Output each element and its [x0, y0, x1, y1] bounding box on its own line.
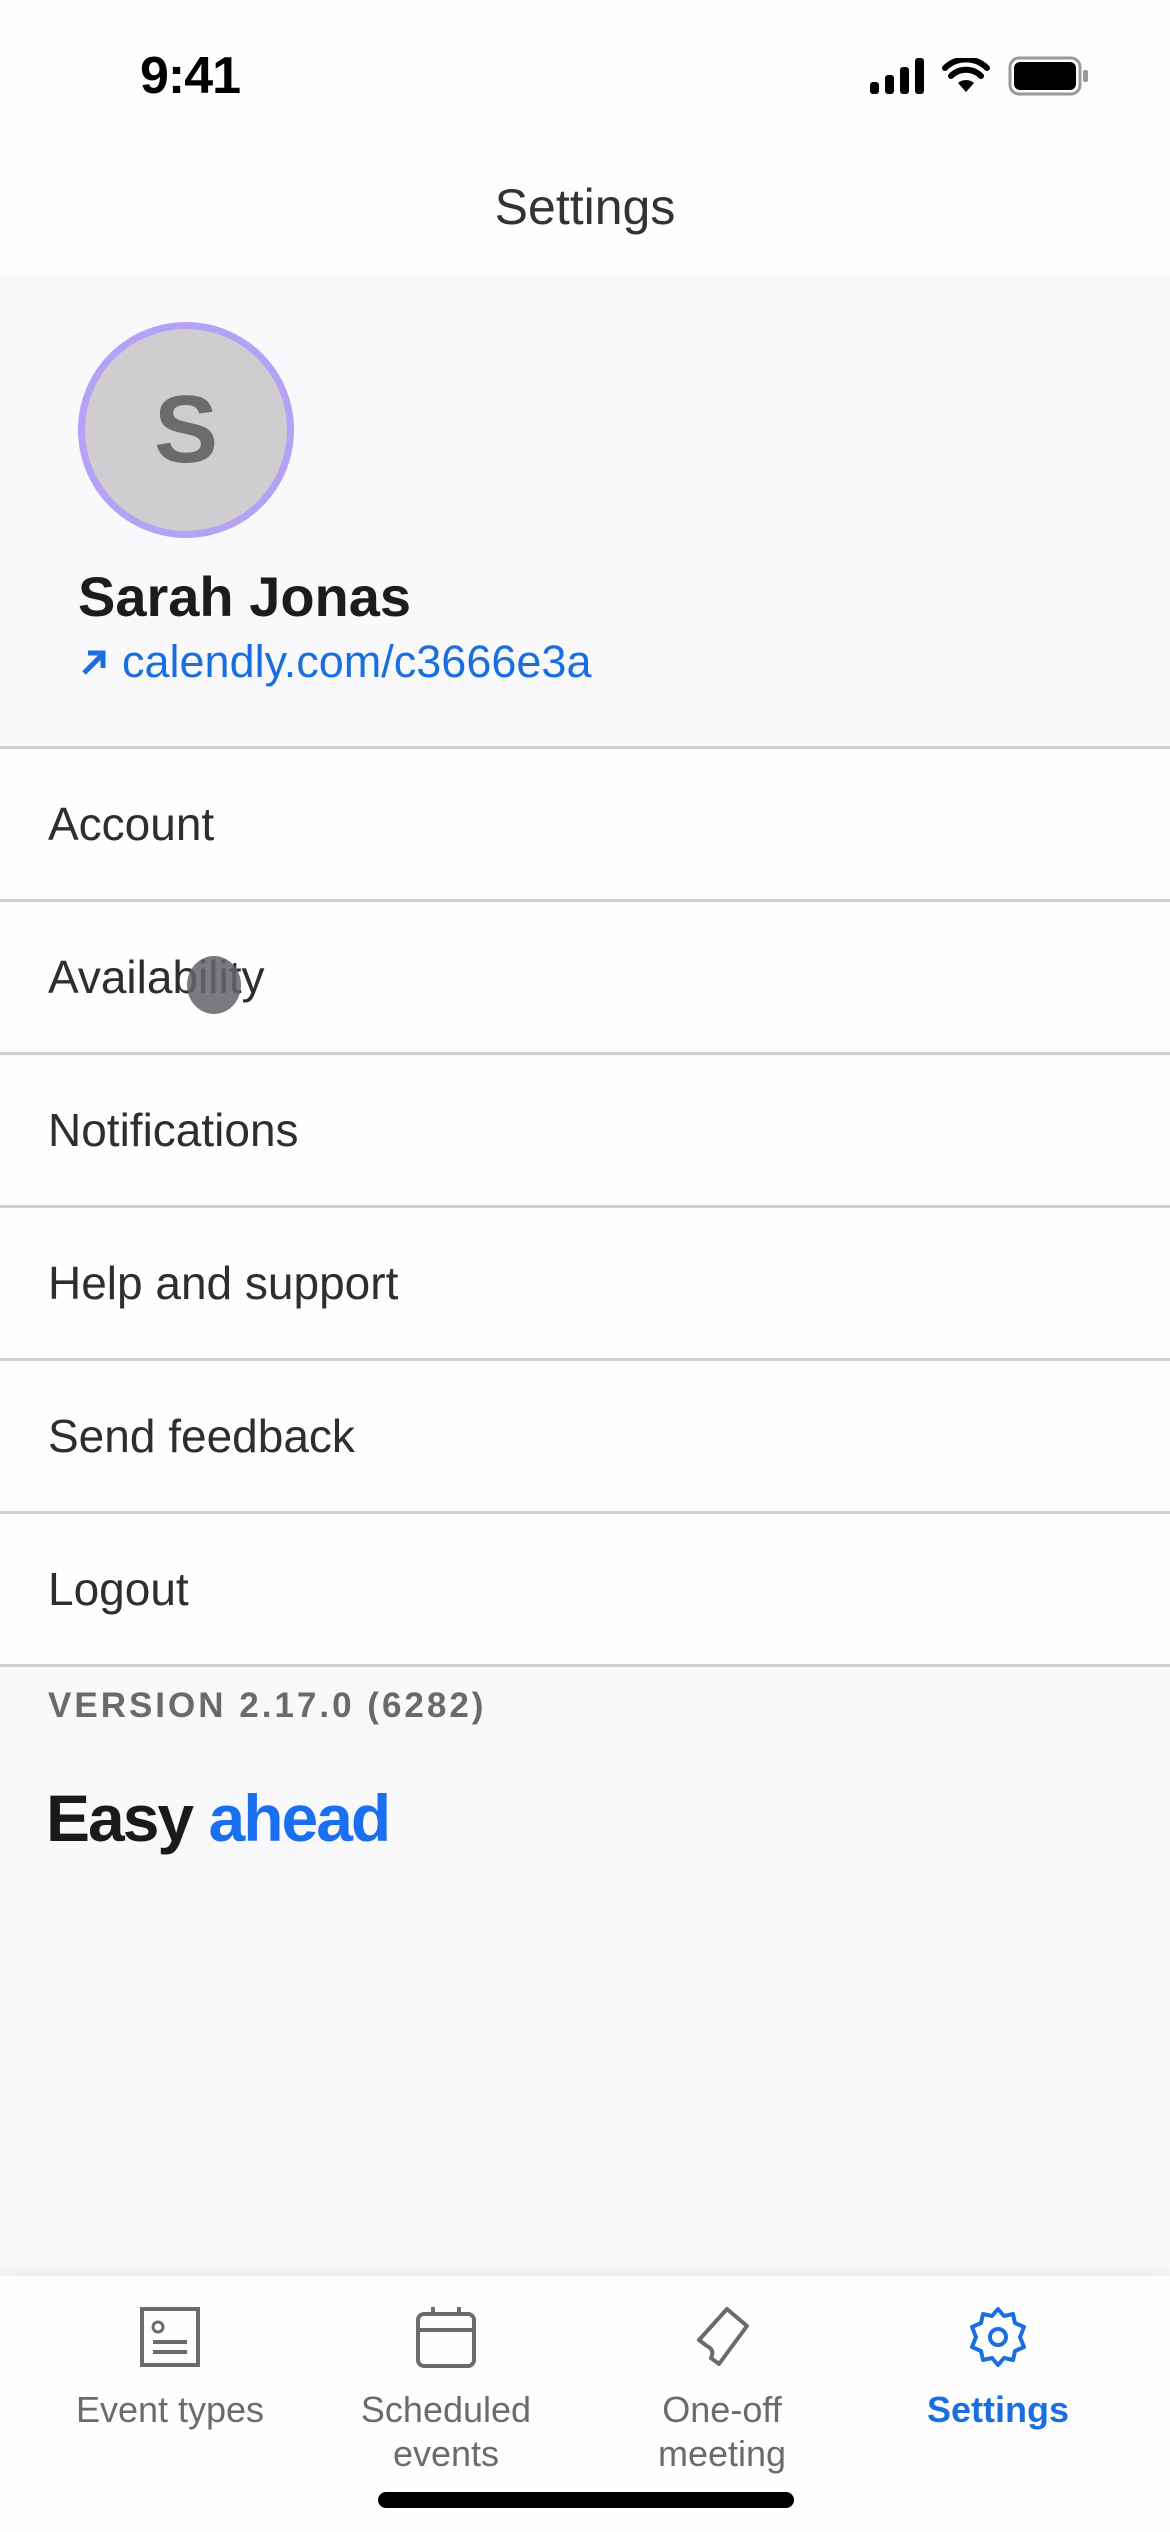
- tab-label-line: One-off: [662, 2389, 782, 2430]
- menu-item-send-feedback[interactable]: Send feedback: [0, 1361, 1170, 1514]
- ticket-icon: [687, 2302, 757, 2372]
- profile-section: S Sarah Jonas calendly.com/c3666e3a: [0, 276, 1170, 746]
- status-bar: 9:41: [0, 0, 1170, 140]
- version-label: VERSION 2.17.0 (6282): [48, 1686, 487, 1725]
- tab-label: Settings: [926, 2389, 1069, 2430]
- brand-logo: Easy ahead: [46, 1780, 391, 1856]
- tab-event-types[interactable]: Event types: [50, 2302, 290, 2432]
- menu-item-label: Logout: [48, 1563, 189, 1615]
- status-icons: [870, 56, 1090, 96]
- status-time: 9:41: [140, 47, 241, 105]
- page-title: Settings: [494, 179, 676, 235]
- calendar-icon: [411, 2302, 481, 2372]
- menu-item-account[interactable]: Account: [0, 749, 1170, 902]
- menu-item-label: Notifications: [48, 1104, 299, 1156]
- avatar-initial: S: [153, 376, 219, 483]
- profile-link-text: calendly.com/c3666e3a: [122, 636, 592, 687]
- arrow-up-right-icon: [82, 650, 106, 675]
- tab-label-line: meeting: [657, 2433, 787, 2474]
- touch-indicator: [187, 956, 241, 1014]
- menu-item-notifications[interactable]: Notifications: [0, 1055, 1170, 1208]
- tab-label: One-off meeting: [658, 2388, 786, 2476]
- event-types-icon: [135, 2302, 205, 2372]
- menu-item-label: Send feedback: [48, 1410, 355, 1462]
- menu-item-label: Account: [48, 798, 215, 850]
- menu-item-help-and-support[interactable]: Help and support: [0, 1208, 1170, 1361]
- gear-icon: [963, 2302, 1033, 2372]
- menu-item-logout[interactable]: Logout: [0, 1514, 1170, 1667]
- tab-label-line: Scheduled: [360, 2389, 532, 2430]
- cellular-signal-icon: [870, 58, 924, 94]
- home-indicator: [378, 2492, 794, 2508]
- tab-settings[interactable]: Settings: [878, 2302, 1118, 2432]
- logo-text-easy: Easy: [46, 1781, 194, 1855]
- avatar[interactable]: S: [78, 322, 294, 538]
- logo-text-ahead: ahead: [208, 1781, 391, 1855]
- tab-label: Scheduled events: [361, 2388, 531, 2476]
- menu-item-label: Help and support: [48, 1257, 399, 1309]
- tab-one-off-meeting[interactable]: One-off meeting: [602, 2302, 842, 2476]
- tab-label: Event types: [75, 2389, 265, 2430]
- tab-scheduled-events[interactable]: Scheduled events: [326, 2302, 566, 2476]
- profile-link[interactable]: calendly.com/c3666e3a: [78, 636, 591, 688]
- settings-menu: Account Availability Notifications Help …: [0, 746, 1170, 1667]
- battery-icon: [1008, 56, 1088, 96]
- profile-name: Sarah Jonas: [78, 565, 412, 628]
- tab-label-line: events: [392, 2433, 500, 2474]
- navigation-bar: Settings: [0, 140, 1170, 276]
- menu-item-availability[interactable]: Availability: [0, 902, 1170, 1055]
- wifi-icon: [942, 58, 990, 92]
